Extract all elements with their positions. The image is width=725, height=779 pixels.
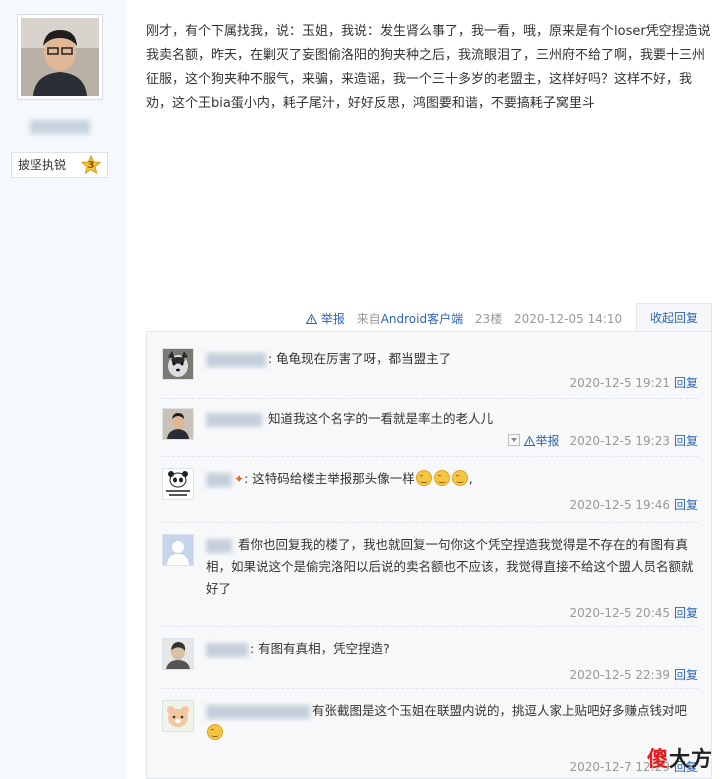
author-level-badge[interactable]: 披坚执锐 3 xyxy=(11,152,108,178)
username-redacted xyxy=(206,472,232,487)
smile-emoji-icon xyxy=(433,470,450,486)
username-redacted xyxy=(206,352,266,367)
author-name-redacted xyxy=(30,120,90,134)
chevron-down-icon[interactable] xyxy=(508,434,521,446)
reply-avatar[interactable] xyxy=(162,408,194,440)
reply-button[interactable]: 回复 xyxy=(674,668,698,682)
avatar-image xyxy=(21,18,99,96)
reply-avatar[interactable] xyxy=(162,348,194,380)
divider xyxy=(162,626,698,627)
username-redacted xyxy=(206,704,310,719)
reply-text: 看你也回复我的楼了，我也就回复一句你这个凭空捏造我觉得是不存在的有图有真相，如果… xyxy=(206,537,694,596)
divider xyxy=(162,456,698,457)
reply-button[interactable]: 回复 xyxy=(674,498,698,512)
post-content: 刚才，有个下属找我，说：玉姐，我说：发生肾么事了，我一看，哦，原来是有个lose… xyxy=(146,24,711,111)
list-item: : 龟龟现在厉害了呀，都当盟主了 2020-12-5 19:21 回复 xyxy=(162,348,698,396)
collapse-replies-button[interactable]: 收起回复 xyxy=(636,303,712,331)
reply-avatar[interactable] xyxy=(162,700,194,732)
divider xyxy=(162,688,698,689)
author-sidebar: 披坚执锐 3 xyxy=(0,0,126,779)
reply-avatar[interactable] xyxy=(162,468,194,500)
reply-button[interactable]: 回复 xyxy=(674,376,698,390)
username-redacted xyxy=(206,412,262,427)
post-source: 来自Android客户端 xyxy=(356,312,464,326)
reply-button[interactable]: 回复 xyxy=(674,434,698,448)
reply-time: 2020-12-5 22:39 xyxy=(569,668,670,682)
reply-time: 2020-12-5 19:21 xyxy=(569,376,670,390)
smile-emoji-icon xyxy=(207,724,223,740)
post-report-label: 举报 xyxy=(320,312,345,326)
warning-triangle-icon xyxy=(524,435,536,446)
post-floor: 23楼 xyxy=(474,312,503,326)
post-time: 2020-12-05 14:10 xyxy=(514,312,623,326)
author-avatar[interactable] xyxy=(17,14,103,100)
divider xyxy=(162,398,698,399)
smile-emoji-icon xyxy=(415,470,432,486)
list-item: ✦: 这特码给楼主举报那头像一样, 2020-12-5 19:46 回复 xyxy=(162,468,698,518)
reply-time: 2020-12-5 19:46 xyxy=(569,498,670,512)
username-redacted xyxy=(206,642,248,657)
reply-report-link[interactable]: 举报 xyxy=(524,434,559,448)
reply-text: 知道我这个名字的一看就是率土的老人儿 xyxy=(267,411,493,426)
smile-emoji-icon xyxy=(451,470,468,486)
reply-avatar[interactable] xyxy=(162,534,194,566)
reply-text: 有张截图是这个玉姐在联盟内说的，挑逗人家上贴吧好多赚点钱对吧 xyxy=(312,703,688,718)
reply-list: : 龟龟现在厉害了呀，都当盟主了 2020-12-5 19:21 回复 知道我这个… xyxy=(146,331,712,779)
maple-leaf-icon: ✦ xyxy=(234,472,245,486)
reply-button[interactable]: 回复 xyxy=(674,606,698,620)
username-redacted xyxy=(206,538,232,553)
list-item: : 有图有真相，凭空捏造? 2020-12-5 22:39 回复 xyxy=(162,638,698,688)
reply-text: : 这特码给楼主举报那头像一样 xyxy=(244,471,415,486)
warning-triangle-icon xyxy=(305,313,318,324)
android-client-link[interactable]: Android客户端 xyxy=(381,312,463,326)
list-item: 知道我这个名字的一看就是率土的老人儿 举报 2020-12-5 19:23 回复 xyxy=(162,408,698,456)
star-icon: 3 xyxy=(80,154,102,175)
list-item: 看你也回复我的楼了，我也就回复一句你这个凭空捏造我觉得是不存在的有图有真相，如果… xyxy=(162,534,698,624)
site-watermark: 傻大方 xyxy=(647,747,713,771)
reply-time: 2020-12-5 20:45 xyxy=(569,606,670,620)
reply-avatar[interactable] xyxy=(162,638,194,670)
list-item: 有张截图是这个玉姐在联盟内说的，挑逗人家上贴吧好多赚点钱对吧 2020-12-7… xyxy=(162,700,698,776)
divider xyxy=(162,522,698,523)
post-report-link[interactable]: 举报 xyxy=(305,312,349,326)
badge-label: 披坚执锐 xyxy=(18,158,67,172)
reply-text: : 有图有真相，凭空捏造? xyxy=(250,641,390,656)
reply-time: 2020-12-5 19:23 xyxy=(569,434,670,448)
reply-text: : 龟龟现在厉害了呀，都当盟主了 xyxy=(268,351,452,366)
badge-level: 3 xyxy=(87,160,95,171)
